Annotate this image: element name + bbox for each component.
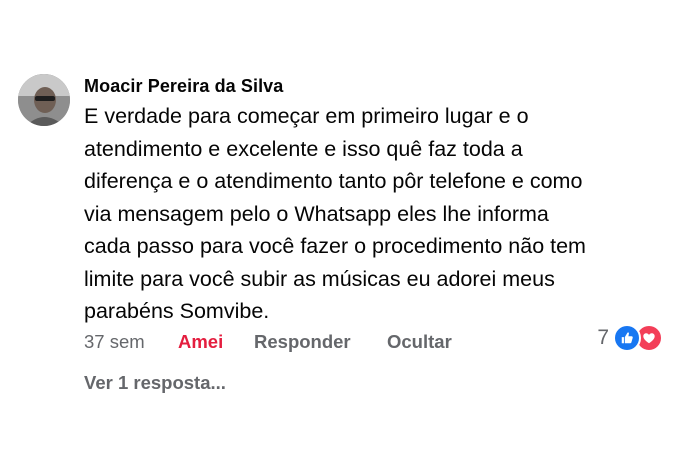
- reaction-count: 7: [597, 326, 609, 349]
- comment-text-line: E verdade para começar em primeiro lugar…: [84, 104, 529, 128]
- reaction-button[interactable]: Amei: [178, 330, 223, 354]
- like-icon: [613, 324, 641, 352]
- comment-text-line: limite para você subir as músicas eu ado…: [84, 266, 555, 291]
- comment-text-line: cada passo para você fazer o procediment…: [84, 234, 586, 258]
- comment-text-line: atendimento e excelente e isso quê faz t…: [84, 136, 523, 161]
- reply-button[interactable]: Responder: [254, 330, 351, 354]
- comment-text-line: parabéns Somvibe.: [84, 299, 270, 323]
- view-replies-link[interactable]: Ver 1 resposta...: [84, 372, 226, 394]
- hide-button[interactable]: Ocultar: [387, 330, 452, 354]
- reaction-summary[interactable]: 7: [597, 324, 663, 352]
- avatar-photo: [18, 74, 70, 126]
- comment-timestamp[interactable]: 37 sem: [84, 330, 145, 354]
- comment-text: E verdade para começar em primeiro lugar…: [84, 100, 659, 328]
- avatar[interactable]: [18, 74, 70, 126]
- comment-author[interactable]: Moacir Pereira da Silva: [84, 76, 283, 97]
- comment-text-line: via mensagem pelo o Whatsapp eles lhe in…: [84, 201, 549, 226]
- comment-text-line: diferença e o atendimento tanto pôr tele…: [84, 169, 583, 193]
